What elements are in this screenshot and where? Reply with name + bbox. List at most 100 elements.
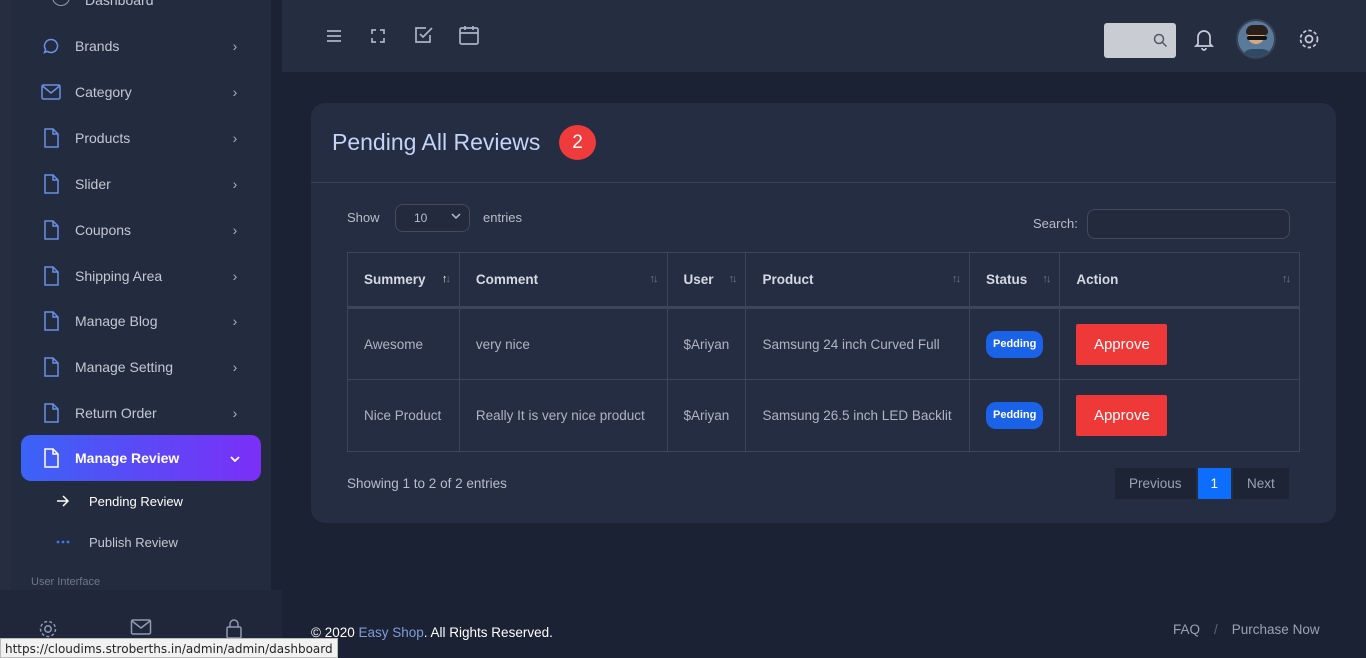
cell-action: Approve — [1059, 379, 1300, 452]
sidebar-item-manage-review[interactable]: Manage Review — [21, 435, 261, 481]
sidebar-item-label: Shipping Area — [75, 268, 163, 284]
sort-icon: ↑↓ — [951, 273, 961, 285]
sort-asc-icon: ↑↓ — [441, 273, 451, 285]
search-icon — [1153, 33, 1168, 53]
chevron-right-icon: › — [232, 405, 238, 421]
table-row: Nice Product Really It is very nice prod… — [347, 379, 1300, 452]
bell-icon[interactable] — [1193, 27, 1217, 51]
sidebar-section-label: User Interface — [31, 576, 101, 588]
file-icon — [41, 311, 61, 331]
column-header-action[interactable]: Action ↑↓ — [1059, 252, 1300, 309]
cell-product: Samsung 26.5 inch LED Backlit — [745, 379, 970, 452]
sidebar-item-shipping-area[interactable]: Shipping Area › — [21, 253, 261, 299]
file-icon — [41, 403, 61, 423]
sidebar-item-slider[interactable]: Slider › — [21, 161, 261, 207]
reviews-card: Pending All Reviews 2 Show 10 entries Se… — [311, 103, 1336, 523]
dashboard-icon — [52, 0, 70, 6]
column-label: Product — [762, 272, 814, 287]
cell-product: Samsung 24 inch Curved Full — [745, 307, 970, 380]
column-label: Action — [1076, 272, 1119, 287]
cell-status: Pedding — [968, 307, 1061, 380]
status-bar-url: https://cloudims.stroberths.in/admin/adm… — [0, 638, 338, 658]
chevron-right-icon: › — [232, 84, 238, 100]
sidebar-item-label: Manage Blog — [75, 313, 158, 329]
calendar-icon[interactable] — [458, 24, 482, 48]
sidebar-item-coupons[interactable]: Coupons › — [21, 207, 261, 253]
sidebar-item-return-order[interactable]: Return Order › — [21, 390, 261, 436]
status-badge: Pedding — [985, 402, 1044, 429]
table-info: Showing 1 to 2 of 2 entries — [347, 476, 507, 491]
sidebar-item-label: Category — [75, 84, 132, 100]
file-icon — [41, 174, 61, 194]
column-label: Summery — [364, 272, 426, 287]
page-length-select[interactable]: 10 — [395, 204, 470, 232]
sidebar-item-category[interactable]: Category › — [21, 69, 261, 115]
sidebar-subitem-publish-review[interactable]: Publish Review — [55, 527, 255, 557]
file-icon — [41, 448, 61, 468]
chevron-down-icon — [227, 450, 243, 466]
checkbox-icon[interactable] — [413, 24, 437, 48]
sidebar-subitem-label: Pending Review — [89, 493, 183, 509]
page-title: Pending All Reviews — [332, 129, 541, 155]
column-header-status[interactable]: Status ↑↓ — [968, 252, 1061, 309]
separator: / — [1214, 622, 1218, 637]
column-label: Status — [985, 272, 1028, 287]
status-badge: Pedding — [985, 330, 1044, 358]
chevron-down-icon — [451, 212, 461, 223]
next-page-button[interactable]: Next — [1233, 468, 1289, 499]
approve-button[interactable]: Approve — [1076, 323, 1168, 365]
chevron-right-icon: › — [232, 176, 238, 192]
table-search-input[interactable] — [1087, 209, 1290, 239]
column-label: User — [683, 272, 714, 287]
sidebar-item-label: Return Order — [75, 405, 157, 421]
chevron-right-icon: › — [232, 130, 238, 146]
cell-user: $Ariyan — [666, 379, 747, 452]
column-header-product[interactable]: Product ↑↓ — [745, 252, 970, 309]
copyright-suffix: . All Rights Reserved. — [423, 625, 553, 640]
chevron-right-icon: › — [232, 268, 238, 284]
menu-icon[interactable] — [324, 26, 348, 50]
purchase-now-link[interactable]: Purchase Now — [1232, 622, 1320, 637]
fullscreen-icon[interactable] — [368, 26, 392, 50]
cell-summery: Nice Product — [347, 379, 460, 452]
sidebar-item-manage-blog[interactable]: Manage Blog › — [21, 298, 261, 344]
cell-status: Pedding — [968, 379, 1061, 452]
sidebar-gutter — [271, 0, 282, 590]
table-header-row: Summery ↑↓ Comment ↑↓ User ↑↓ Product ↑↓ Sta… — [347, 252, 1300, 309]
brand-link[interactable]: Easy Shop — [358, 625, 423, 640]
sidebar-subitem-label: Publish Review — [89, 534, 178, 550]
sidebar-edge — [0, 0, 11, 590]
chevron-right-icon: › — [232, 38, 238, 54]
avatar[interactable] — [1236, 19, 1276, 59]
file-icon — [41, 357, 61, 377]
sort-icon: ↑↓ — [1042, 273, 1051, 285]
show-label: Show — [347, 210, 380, 225]
sidebar: Dashboard Brands › Category › Products ›… — [0, 0, 282, 658]
cell-summery: Awesome — [347, 307, 460, 380]
sidebar-subitem-pending-review[interactable]: Pending Review — [55, 486, 255, 516]
previous-page-button[interactable]: Previous — [1115, 468, 1196, 499]
column-header-user[interactable]: User ↑↓ — [666, 252, 747, 309]
approve-button[interactable]: Approve — [1076, 395, 1168, 436]
dots-icon — [55, 540, 71, 544]
arrow-right-icon — [55, 495, 71, 507]
chevron-right-icon: › — [232, 313, 238, 329]
cell-comment: very nice — [458, 307, 668, 380]
sidebar-item-brands[interactable]: Brands › — [21, 23, 261, 69]
page-1-button[interactable]: 1 — [1197, 468, 1232, 499]
sidebar-item-manage-setting[interactable]: Manage Setting › — [21, 344, 261, 390]
sidebar-item-label: Manage Review — [75, 450, 180, 466]
gear-icon[interactable] — [1297, 27, 1321, 51]
footer-links: FAQ / Purchase Now — [1173, 622, 1320, 637]
entries-label: entries — [483, 210, 523, 225]
column-header-summery[interactable]: Summery ↑↓ — [347, 252, 460, 309]
count-badge: 2 — [559, 125, 596, 160]
faq-link[interactable]: FAQ — [1173, 622, 1200, 637]
sidebar-item-label: Brands — [75, 38, 120, 54]
divider — [311, 182, 1336, 183]
sidebar-item-products[interactable]: Products › — [21, 115, 261, 161]
column-header-comment[interactable]: Comment ↑↓ — [458, 252, 668, 309]
sort-icon: ↑↓ — [649, 273, 659, 285]
header-search[interactable] — [1104, 23, 1176, 58]
sidebar-item-dashboard[interactable]: Dashboard — [85, 0, 154, 8]
